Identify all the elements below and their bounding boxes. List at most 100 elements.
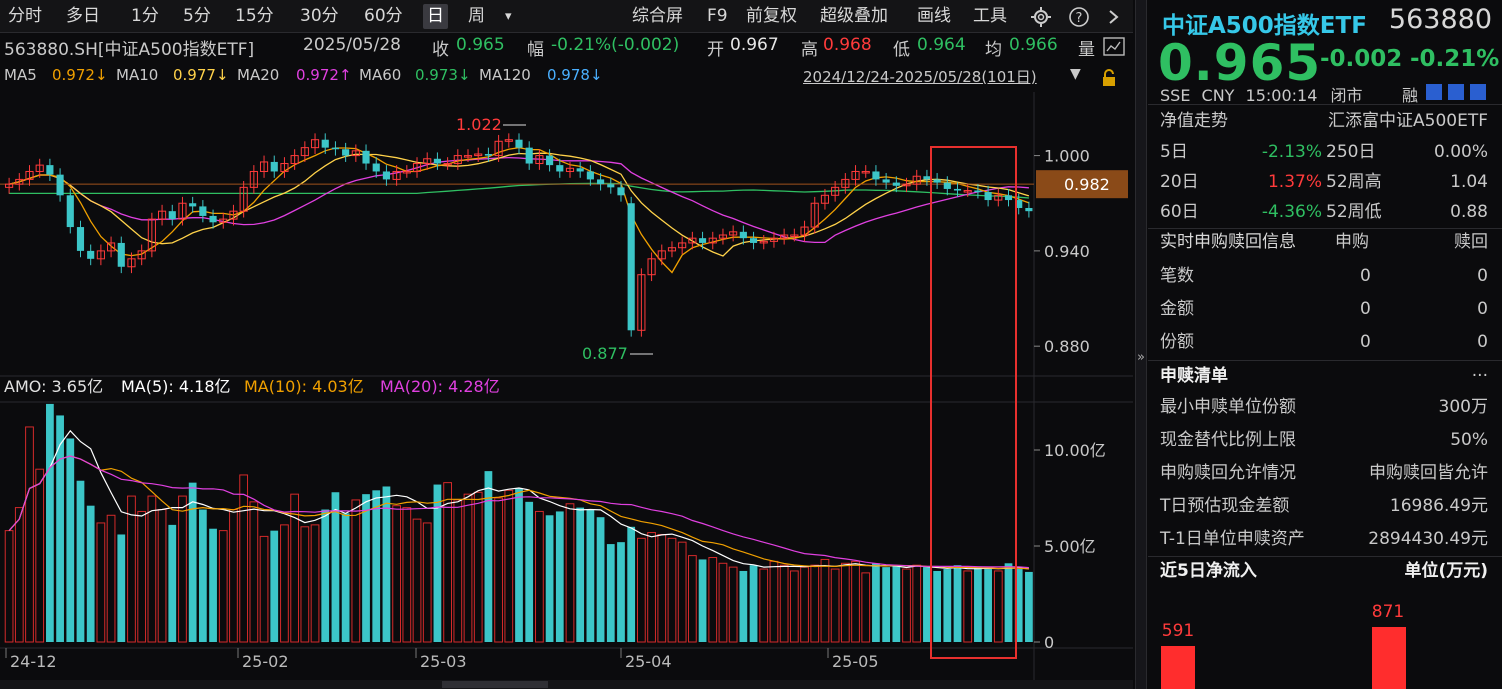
candle-body [362,151,369,164]
volume-bar [780,565,788,642]
tool-f9[interactable]: F9 [707,4,728,29]
range-dropdown-icon[interactable]: ▼ [1070,66,1081,82]
period-tab-timeshare[interactable]: 分时 [8,4,42,29]
candle-body [271,162,278,172]
volume-bar [638,538,646,642]
creation-list-value: 16986.49元 [1390,491,1488,521]
volume-bar [831,569,839,642]
ma60-label: MA60 [359,66,401,84]
more-icon[interactable]: ··· [1472,361,1488,391]
volume-bar [699,559,707,642]
redeem-row-redeem: 0 [1477,261,1488,291]
help-icon[interactable]: ? [1068,6,1090,28]
volume-bar [117,534,125,642]
close-value: 0.965 [456,35,505,55]
volume-bar [230,510,238,642]
chart-scrollbar-thumb [442,681,548,688]
tool-forward-adjust[interactable]: 前复权 [746,4,797,29]
period-tab-30min[interactable]: 30分 [300,4,339,29]
volume-tick-label: 0 [1044,633,1054,652]
candle-body [1005,195,1012,200]
volume-bar [790,571,798,642]
open-value: 0.967 [730,35,779,55]
period-tab-multiday[interactable]: 多日 [66,4,100,29]
volume-bar [770,561,778,642]
gear-icon[interactable] [1030,6,1052,28]
perf-label-2: 250日 [1326,137,1375,167]
period-tab-5min[interactable]: 5分 [183,4,211,29]
alert-bell-icon[interactable] [1470,84,1486,100]
candle-body [526,148,533,164]
volume-bar [383,486,391,642]
x-axis-label: 25-03 [420,652,467,671]
tool-tools[interactable]: 工具 [973,4,1007,29]
chevron-right-icon[interactable] [1104,6,1124,28]
redeem-row-redeem: 0 [1477,327,1488,357]
creation-list-label: 最小申赎单位份额 [1160,392,1296,422]
edit-icon[interactable] [1426,84,1442,100]
candle-body [515,140,522,148]
volume-bar [5,531,13,642]
last-price-tag-label: 0.982 [1064,175,1110,194]
volume-bar [974,567,982,642]
high-annotation: 1.022 [456,115,502,134]
period-tab-daily[interactable]: 日 [423,4,448,29]
kline-chart[interactable]: 1.0000.9400.8800.9821.0220.877AMO: 3.65亿… [0,92,1133,689]
volume-bar [464,494,472,642]
volume-bar [485,471,493,642]
volume-bar [362,494,370,642]
creation-list-label: T日预估现金差额 [1160,491,1289,521]
low-label: 低 [893,35,910,60]
avg-label: 均 [985,35,1002,60]
redeem-row: 份额 0 0 [1160,327,1488,357]
low-value: 0.964 [917,35,966,55]
chart-settings-icon[interactable] [1103,37,1125,57]
x-axis-label: 24-12 [10,652,57,671]
volume-bar [862,573,870,642]
margin-tag: 融 [1402,82,1418,106]
ma60-value: 0.973↓ [415,66,471,84]
volume-bar [342,513,350,642]
date-range[interactable]: 2024/12/24-2025/05/28(101日) [803,66,1037,87]
candle-body [607,184,614,187]
ma5-value: 0.972↓ [52,66,108,84]
period-tab-weekly[interactable]: 周 [468,4,485,29]
tool-composite-screen[interactable]: 综合屏 [632,4,683,29]
x-axis-label: 25-05 [832,652,879,671]
tool-draw-line[interactable]: 画线 [917,4,951,29]
volume-bar [179,496,187,642]
creation-list-row: T日预估现金差额 16986.49元 [1160,491,1488,521]
candle-body [1025,208,1032,211]
close-label: 收 [432,35,449,60]
candle-body [872,171,879,179]
nav-header[interactable]: 净值走势 汇添富中证A500ETF [1160,106,1488,136]
volume-bar [423,523,431,642]
period-more-dropdown[interactable]: ▾ [505,4,512,29]
period-tab-15min[interactable]: 15分 [235,4,274,29]
volume-bar [546,515,554,642]
period-tab-60min[interactable]: 60分 [364,4,403,29]
price-change-pct: -0.21% [1410,46,1499,72]
panel-splitter[interactable]: » [1135,0,1147,689]
creation-list-value: 2894430.49元 [1368,524,1488,554]
lock-icon[interactable] [1100,69,1118,87]
open-label: 开 [707,35,724,60]
candle-body [373,164,380,172]
period-tab-1min[interactable]: 1分 [131,4,159,29]
candle-body [944,183,951,189]
volume-tick-label: 10.00亿 [1044,441,1106,460]
ma10-label: MA10 [116,66,158,84]
ma120-value: 0.978↓ [547,66,603,84]
volume-bar [505,490,513,642]
perf-value: -2.13% [1262,137,1322,167]
volume-bar [994,571,1002,642]
tool-super-overlay[interactable]: 超级叠加 [820,4,888,29]
redeem-row-redeem: 0 [1477,294,1488,324]
ma-legend-bar: MA5 0.972↓ MA10 0.977↓ MA20 0.972↑ MA60 … [0,66,1133,90]
volume-bar [933,571,941,642]
ma20-value: 0.972↑ [296,66,352,84]
bookmark-icon[interactable] [1448,84,1464,100]
price-tick-label: 0.940 [1044,242,1090,261]
svg-text:?: ? [1076,11,1083,26]
redeem-title: 实时申购赎回信息 [1160,227,1296,257]
